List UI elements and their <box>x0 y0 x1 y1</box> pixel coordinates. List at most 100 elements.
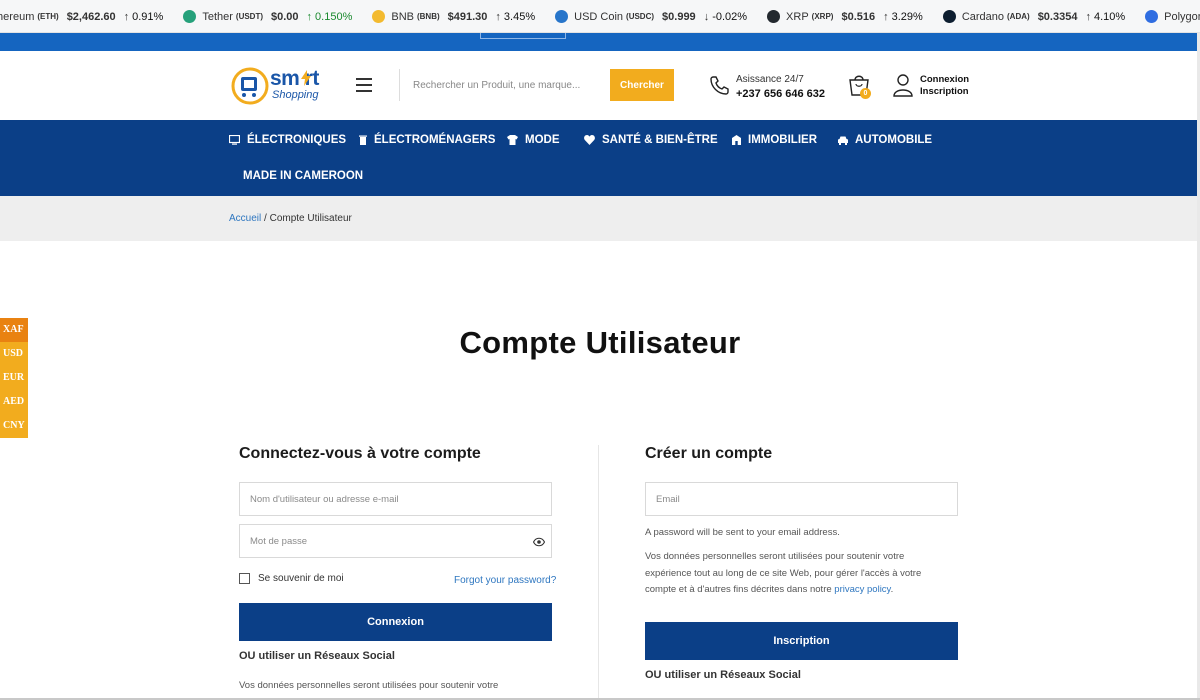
remember-checkbox[interactable] <box>239 573 250 584</box>
ticker-item: USD Coin (USDC) $0.999 ↓ -0.02% <box>555 10 747 23</box>
usdc-icon <box>555 10 569 23</box>
user-icon[interactable] <box>892 73 914 97</box>
eye-icon[interactable] <box>533 537 545 547</box>
bnb-icon <box>372 10 386 23</box>
ticker-item: Tether (USDT) $0.00 ↑ 0.150% <box>183 10 352 23</box>
ticker-change: 0.150% <box>315 10 353 23</box>
login-social-heading: OU utiliser un Réseaux Social <box>239 650 395 662</box>
search-input[interactable] <box>400 69 608 101</box>
email-input[interactable] <box>646 483 957 515</box>
ticker-coin-name: XRP <box>786 10 809 23</box>
ticker-symbol: (XRP) <box>811 12 834 21</box>
nav-item-electroniques[interactable]: ÉLECTRONIQUES <box>229 131 346 149</box>
nav-item-electromenagers[interactable]: ÉLECTROMÉNAGERS <box>359 131 495 149</box>
crypto-ticker: thereum(ETH)$2,462.60↑0.91%Tether(USDT)$… <box>0 0 1200 33</box>
nav-item-mode[interactable]: MODE <box>507 131 560 149</box>
login-privacy-text: Vos données personnelles seront utilisée… <box>239 680 499 691</box>
xrp-icon <box>767 10 781 23</box>
register-title: Créer un compte <box>645 445 773 462</box>
search-button[interactable]: Chercher <box>610 69 674 101</box>
nav-item-made-in-cameroon[interactable]: MADE IN CAMEROON <box>243 167 363 185</box>
tether-icon <box>183 10 197 23</box>
ticker-coin-name: Cardano <box>961 10 1005 23</box>
register-privacy-end: . <box>890 584 894 595</box>
ticker-coin-name: USD Coin <box>574 10 624 23</box>
breadcrumb: Accueil / Compte Utilisateur <box>229 213 352 224</box>
currency-aed[interactable]: AED <box>0 390 28 414</box>
ticker-item: thereum(ETH) $2,462.60 ↑0.91% <box>0 11 163 23</box>
ticker-price: $0.3354 <box>1037 10 1078 23</box>
password-field <box>239 524 552 558</box>
monitor-icon <box>229 135 240 145</box>
logo[interactable]: sm rt Shopping <box>230 66 338 106</box>
login-button[interactable]: Connexion <box>239 603 552 641</box>
nav-label: SANTÉ & BIEN-ÊTRE <box>602 134 718 146</box>
email-field <box>645 482 958 516</box>
ticker-price: $2,462.60 <box>66 10 116 23</box>
cart-count-badge: 0 <box>860 88 871 99</box>
ticker-coin-name: thereum <box>0 10 35 23</box>
ticker-coin-name: Polygon <box>1164 10 1200 23</box>
car-icon <box>838 136 848 145</box>
currency-eur[interactable]: EUR <box>0 366 28 390</box>
ticker-symbol: (ETH) <box>37 12 59 21</box>
phone-icon <box>710 76 729 95</box>
register-privacy-text: Vos données personnelles seront utilisée… <box>645 549 945 599</box>
arrow-up-icon: ↑ <box>1085 10 1091 23</box>
username-field <box>239 482 552 516</box>
ticker-symbol: (USDC) <box>626 12 655 21</box>
nav-label: ÉLECTROMÉNAGERS <box>374 134 496 146</box>
account-links: Connexion Inscription <box>920 74 969 98</box>
breadcrumb-home-link[interactable]: Accueil <box>229 213 261 224</box>
support-label: Asissance 24/7 <box>736 74 804 85</box>
breadcrumb-current: Compte Utilisateur <box>269 213 352 224</box>
top-announcement-bar <box>0 33 1200 51</box>
password-note: A password will be sent to your email ad… <box>645 527 840 538</box>
ticker-item: XRP (XRP) $0.516 ↑ 3.29% <box>767 10 923 23</box>
username-input[interactable] <box>240 483 551 515</box>
forgot-password-link[interactable]: Forgot your password? <box>454 575 556 586</box>
currency-cny[interactable]: CNY <box>0 414 28 438</box>
column-divider <box>598 445 599 700</box>
nav-item-automobile[interactable]: AUTOMOBILE <box>838 131 932 149</box>
support-info: Asissance 24/7 +237 656 646 632 <box>736 73 825 101</box>
nav-item-sante[interactable]: SANTÉ & BIEN-ÊTRE <box>584 131 718 149</box>
nav-label: MADE IN CAMEROON <box>243 170 364 182</box>
cart-logo-icon <box>231 67 269 105</box>
ticker-coin-name: BNB <box>391 10 414 23</box>
arrow-up-icon: ↑ <box>123 10 130 23</box>
menu-icon[interactable] <box>356 78 372 92</box>
announcement-box <box>480 33 566 39</box>
arrow-up-icon: ↑ <box>883 10 889 23</box>
nav-label: MODE <box>525 134 560 146</box>
arrow-up-icon: ↑ <box>495 10 501 23</box>
remember-label: Se souvenir de moi <box>258 573 344 584</box>
page-title: Compte Utilisateur <box>459 325 741 360</box>
ticker-track: thereum(ETH)$2,462.60↑0.91%Tether(USDT)$… <box>0 0 1200 32</box>
ticker-item: Cardano (ADA) $0.3354 ↑ 4.10% <box>942 10 1126 23</box>
login-title: Connectez-vous à votre compte <box>239 445 481 462</box>
login-link[interactable]: Connexion <box>920 74 969 86</box>
ticker-change: 4.10% <box>1093 10 1126 23</box>
ticker-symbol: (ADA) <box>1007 12 1030 21</box>
ticker-change: 3.29% <box>891 10 923 23</box>
ticker-item: BNB (BNB) $491.30 ↑ 3.45% <box>372 10 535 23</box>
ticker-price: $0.00 <box>271 10 299 23</box>
tshirt-icon <box>507 135 518 145</box>
ticker-price: $0.516 <box>841 10 876 23</box>
support-phone[interactable]: +237 656 646 632 <box>736 87 825 101</box>
ticker-coin-name: Tether <box>202 10 233 23</box>
password-input[interactable] <box>240 525 551 557</box>
nav-label: AUTOMOBILE <box>855 134 933 146</box>
privacy-policy-link[interactable]: privacy policy <box>834 584 890 595</box>
ticker-change: -0.02% <box>712 10 748 23</box>
arrow-up-icon: ↑ <box>306 10 313 23</box>
breadcrumb-separator: / <box>261 213 270 224</box>
register-button[interactable]: Inscription <box>645 622 958 660</box>
register-link[interactable]: Inscription <box>920 86 969 98</box>
nav-label: IMMOBILIER <box>748 134 817 146</box>
breadcrumb-bar: Accueil / Compte Utilisateur <box>0 196 1200 241</box>
trash-icon <box>359 135 367 145</box>
nav-item-immobilier[interactable]: IMMOBILIER <box>732 131 817 149</box>
logo-subtext: Shopping <box>272 89 319 101</box>
